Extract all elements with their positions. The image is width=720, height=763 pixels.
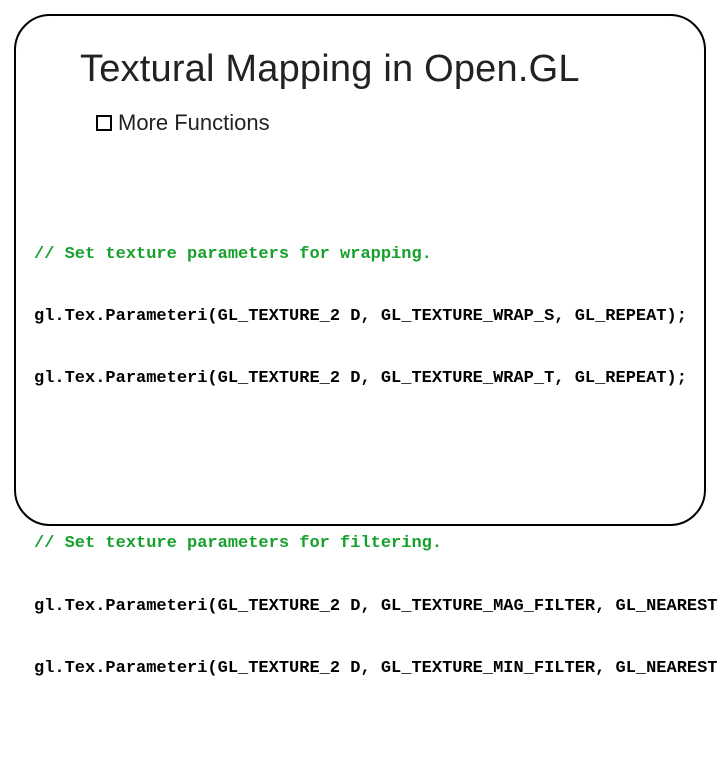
code-comment: // Set texture parameters for wrapping. [34, 245, 720, 266]
code-block-1: // Set texture parameters for wrapping. … [34, 203, 720, 431]
slide: Textural Mapping in Open.GL More Functio… [0, 0, 720, 540]
bullet-text: More Functions [118, 110, 270, 136]
code-block-2: // Set texture parameters for filtering.… [34, 493, 720, 721]
code-line: gl.Tex.Parameteri(GL_TEXTURE_2 D, GL_TEX… [34, 659, 720, 680]
slide-title: Textural Mapping in Open.GL [80, 48, 580, 91]
code-line: gl.Tex.Parameteri(GL_TEXTURE_2 D, GL_TEX… [34, 597, 720, 618]
code-block: // Set texture parameters for wrapping. … [34, 162, 720, 763]
code-comment: // Set texture parameters for filtering. [34, 534, 720, 555]
code-line: gl.Tex.Parameteri(GL_TEXTURE_2 D, GL_TEX… [34, 369, 720, 390]
code-line: gl.Tex.Parameteri(GL_TEXTURE_2 D, GL_TEX… [34, 307, 720, 328]
bullet-item: More Functions [96, 110, 270, 136]
square-bullet-icon [96, 115, 112, 131]
